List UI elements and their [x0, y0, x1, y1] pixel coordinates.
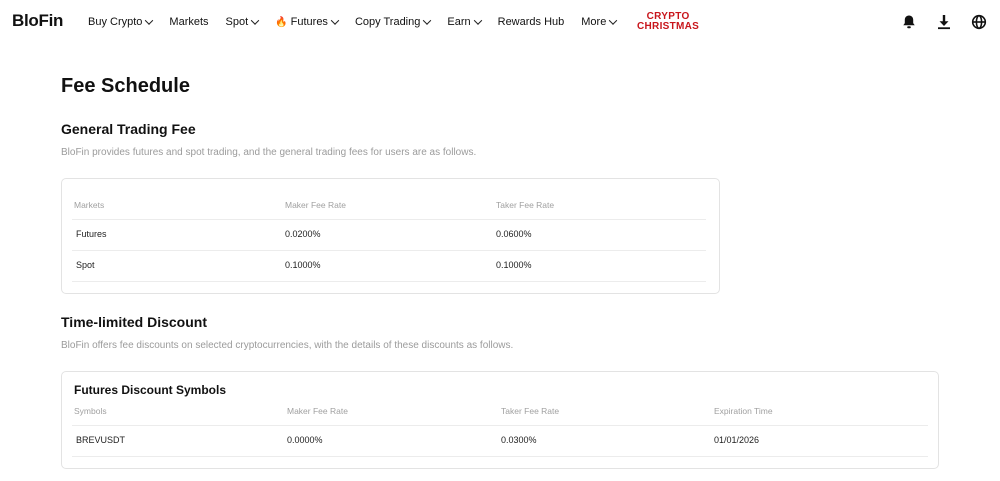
- time-limited-discount-description: BloFin offers fee discounts on selected …: [61, 340, 514, 351]
- general-fee-table: Markets Maker Fee Rate Taker Fee Rate Fu…: [61, 178, 720, 294]
- nav-item-label: Copy Trading: [354, 16, 421, 28]
- general-trading-fee-title: General Trading Fee: [61, 121, 196, 137]
- nav-item-futures[interactable]: 🔥 Futures: [275, 16, 340, 28]
- column-header-maker-fee: Maker Fee Rate: [287, 406, 348, 416]
- nav-menu: Buy Crypto Markets Spot 🔥 Futures Copy T…: [88, 0, 633, 44]
- bell-icon[interactable]: [900, 13, 918, 31]
- nav-item-copy-trading[interactable]: Copy Trading: [354, 16, 432, 28]
- table-cell-symbol: BREVUSDT: [76, 435, 126, 445]
- chevron-down-icon: [609, 16, 618, 25]
- row-divider: [72, 250, 706, 251]
- nav-item-label: Spot: [225, 16, 249, 28]
- nav-item-spot[interactable]: Spot: [225, 16, 260, 28]
- top-nav: BloFin Buy Crypto Markets Spot 🔥 Futures…: [0, 0, 1000, 44]
- nav-item-rewards-hub[interactable]: Rewards Hub: [498, 16, 565, 28]
- column-header-taker-fee: Taker Fee Rate: [501, 406, 560, 416]
- column-header-markets: Markets: [74, 200, 105, 210]
- table-cell-maker-fee: 0.0200%: [285, 229, 321, 239]
- row-divider: [72, 425, 928, 426]
- table-cell-taker-fee: 0.0300%: [501, 435, 537, 445]
- blofin-logo[interactable]: BloFin: [12, 11, 63, 31]
- chevron-down-icon: [330, 16, 340, 25]
- nav-item-label: Rewards Hub: [497, 16, 565, 28]
- column-header-taker-fee: Taker Fee Rate: [496, 200, 555, 210]
- nav-item-label: More: [581, 16, 607, 28]
- chevron-down-icon: [473, 16, 482, 25]
- time-limited-discount-title: Time-limited Discount: [61, 314, 207, 330]
- chevron-down-icon: [250, 16, 260, 25]
- discount-card-title: Futures Discount Symbols: [74, 383, 227, 397]
- globe-icon[interactable]: [970, 13, 988, 31]
- nav-item-label: Earn: [447, 16, 471, 28]
- table-cell-maker-fee: 0.0000%: [287, 435, 323, 445]
- fire-icon: 🔥: [275, 16, 288, 28]
- row-divider: [72, 219, 706, 220]
- nav-item-buy-crypto[interactable]: Buy Crypto: [88, 16, 154, 28]
- promo-line-2: CHRISTMAS: [637, 21, 700, 32]
- chevron-down-icon: [423, 16, 432, 25]
- table-cell-market: Spot: [76, 260, 95, 270]
- table-cell-market: Futures: [76, 229, 107, 239]
- nav-item-earn[interactable]: Earn: [447, 16, 482, 28]
- nav-item-more[interactable]: More: [581, 16, 618, 28]
- column-header-expiration: Expiration Time: [714, 406, 773, 416]
- table-cell-expiration: 01/01/2026: [714, 435, 760, 445]
- column-header-symbols: Symbols: [74, 406, 107, 416]
- download-icon[interactable]: [935, 13, 953, 31]
- table-cell-maker-fee: 0.1000%: [285, 260, 321, 270]
- table-cell-taker-fee: 0.0600%: [496, 229, 532, 239]
- table-cell-taker-fee: 0.1000%: [496, 260, 532, 270]
- row-divider: [72, 281, 706, 282]
- page-title: Fee Schedule: [61, 75, 190, 97]
- nav-item-label: Buy Crypto: [88, 16, 143, 28]
- general-trading-fee-description: BloFin provides futures and spot trading…: [61, 147, 477, 158]
- nav-item-markets[interactable]: Markets: [169, 16, 208, 28]
- column-header-maker-fee: Maker Fee Rate: [285, 200, 346, 210]
- nav-item-label: Markets: [169, 16, 209, 28]
- nav-item-label: Futures: [290, 16, 328, 28]
- nav-icon-group: [883, 13, 988, 31]
- row-divider: [72, 456, 928, 457]
- chevron-down-icon: [145, 16, 154, 25]
- crypto-christmas-promo[interactable]: CRYPTO CHRISTMAS: [637, 12, 699, 32]
- discount-symbols-table: Futures Discount Symbols Symbols Maker F…: [61, 371, 939, 469]
